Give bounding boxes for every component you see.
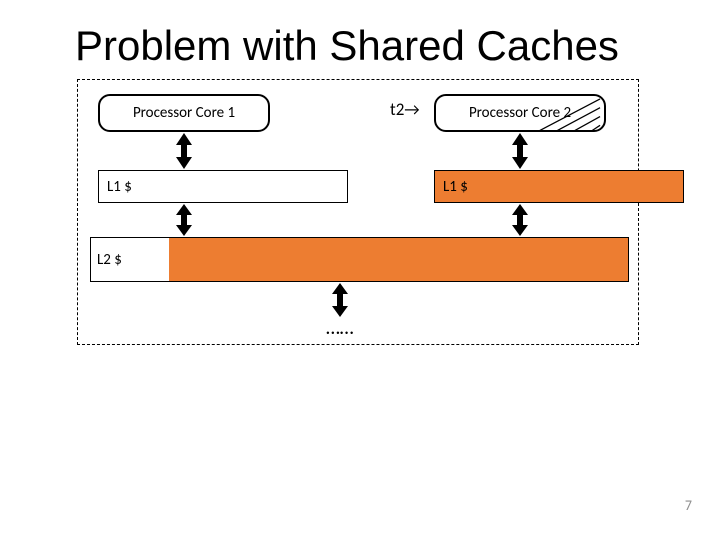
arrow-l1left-l2 [175, 204, 193, 236]
core-2-diagonal-fill [436, 96, 604, 133]
l2-cache: L2 $ [90, 237, 629, 282]
l1-right-label: L1 $ [443, 178, 468, 196]
arrow-l2-memory [331, 283, 349, 317]
t2-annotation: t2→ [390, 99, 420, 120]
page-number: 7 [685, 497, 692, 514]
arrow-l1right-l2 [511, 204, 529, 236]
core-1-label: Processor Core 1 [133, 104, 235, 122]
slide-title: Problem with Shared Caches [75, 22, 619, 70]
memory-ellipsis: …… [326, 316, 354, 340]
processor-core-1: Processor Core 1 [98, 94, 270, 132]
l2-label: L2 $ [91, 238, 169, 281]
arrow-core2-l1 [511, 133, 529, 169]
l1-cache-right: L1 $ [434, 170, 684, 203]
l1-cache-left: L1 $ [98, 170, 348, 203]
processor-core-2: Processor Core 2 [434, 94, 606, 132]
l2-occupied-region [169, 238, 628, 281]
arrow-core1-l1 [175, 133, 193, 169]
l1-left-label: L1 $ [107, 178, 132, 196]
